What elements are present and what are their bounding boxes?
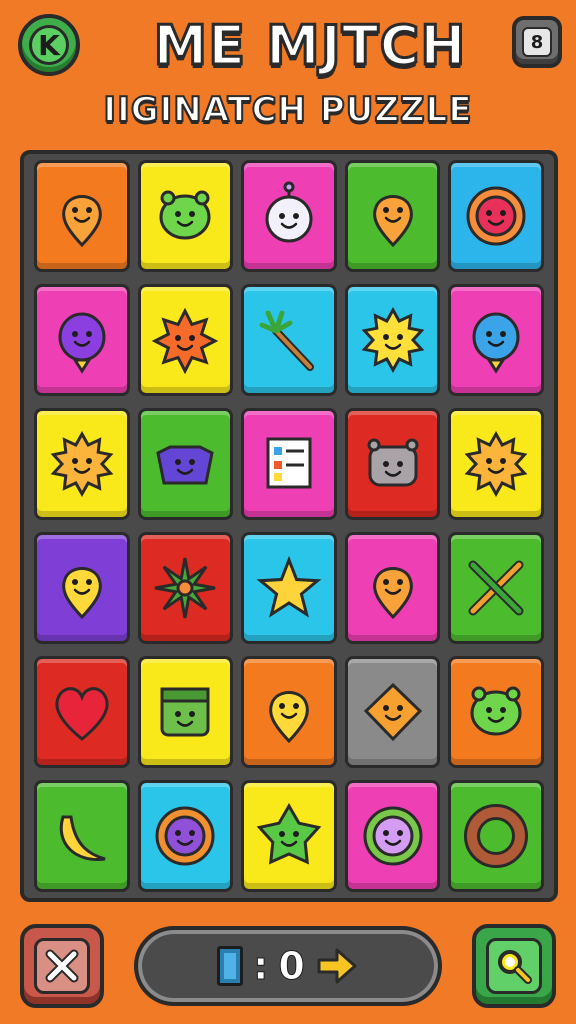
orange-drop-face-icon <box>372 195 413 248</box>
board-tile[interactable] <box>448 780 544 892</box>
board-tile[interactable] <box>448 284 544 396</box>
score-value: 0 <box>278 944 305 989</box>
red-flower-face-icon <box>466 186 526 246</box>
board-tile[interactable] <box>137 780 234 892</box>
search-button[interactable] <box>472 924 556 1008</box>
board-tile[interactable] <box>344 656 441 768</box>
board-tile[interactable] <box>241 160 337 272</box>
palm-stick-icon <box>259 310 314 371</box>
board-tile[interactable] <box>448 532 544 644</box>
menu-button[interactable]: 8 <box>512 16 562 68</box>
blue-balloon-creature-icon <box>472 312 520 374</box>
board-tile[interactable] <box>344 160 441 272</box>
board-tile[interactable] <box>137 656 234 768</box>
board-tile[interactable] <box>34 780 130 892</box>
board-tile[interactable] <box>137 284 234 396</box>
board-tile[interactable] <box>34 532 130 644</box>
lilac-flower-face-icon <box>363 806 423 866</box>
board-tile[interactable] <box>344 532 441 644</box>
orange-drop-face-icon <box>372 567 413 620</box>
green-leaf-star-icon <box>155 557 216 619</box>
red-heart-icon <box>55 687 109 741</box>
yellow-star-icon <box>256 555 322 618</box>
green-star-face-icon <box>256 803 322 865</box>
board-tile[interactable] <box>137 532 234 644</box>
orange-drop-face-icon <box>61 195 102 248</box>
purple-monster-face-icon <box>156 445 215 485</box>
search-icon <box>498 950 532 984</box>
green-blob-face-icon <box>159 190 211 240</box>
card-counter-icon <box>217 946 244 986</box>
purple-balloon-creature-icon <box>58 312 106 374</box>
arrow-right-icon <box>317 948 357 984</box>
board-tile[interactable] <box>137 408 234 520</box>
score-display: : 0 <box>134 926 442 1006</box>
board-tile[interactable] <box>344 408 441 520</box>
board-tile[interactable] <box>241 408 337 520</box>
back-button[interactable]: K <box>18 14 80 76</box>
board-tile[interactable] <box>137 160 234 272</box>
yellow-drop-face-icon <box>269 691 309 744</box>
back-button-label: K <box>38 28 60 62</box>
white-antenna-creature-icon <box>265 181 313 243</box>
board-tile[interactable] <box>448 160 544 272</box>
board-tile[interactable] <box>241 780 337 892</box>
board-tile[interactable] <box>34 408 130 520</box>
purple-flower-face-icon <box>155 806 215 866</box>
game-subtitle: IIGINATCH PUZZLE <box>102 89 473 131</box>
board-tile[interactable] <box>241 656 337 768</box>
brown-ring-icon <box>464 804 529 868</box>
green-blob-face-icon <box>470 686 522 736</box>
orange-spiky-face-icon <box>152 307 219 375</box>
yellow-sun-face-icon <box>361 306 424 374</box>
orange-diamond-face-icon <box>363 682 422 742</box>
score-separator: : <box>253 944 269 989</box>
banana-icon <box>59 815 106 861</box>
orange-sun-face-icon <box>464 430 528 498</box>
orange-sun-face-icon <box>50 430 114 498</box>
checklist-card-icon <box>266 437 312 489</box>
board-tile[interactable] <box>448 408 544 520</box>
board-tile[interactable] <box>344 284 441 396</box>
board-tile[interactable] <box>34 160 130 272</box>
puzzle-board <box>20 150 558 902</box>
close-button[interactable] <box>20 924 104 1008</box>
menu-button-label: 8 <box>530 31 544 53</box>
board-tile[interactable] <box>344 780 441 892</box>
board-tile[interactable] <box>34 284 130 396</box>
game-title: ME MJTCH <box>152 13 467 79</box>
board-tile[interactable] <box>34 656 130 768</box>
yellow-drop-face-icon <box>61 567 102 620</box>
board-tile[interactable] <box>241 284 337 396</box>
gray-robot-face-icon <box>367 438 419 487</box>
close-icon <box>45 949 79 983</box>
board-tile[interactable] <box>448 656 544 768</box>
board-tile[interactable] <box>241 532 337 644</box>
crossed-arrows-icon <box>468 560 524 616</box>
green-square-creature-icon <box>160 687 210 737</box>
